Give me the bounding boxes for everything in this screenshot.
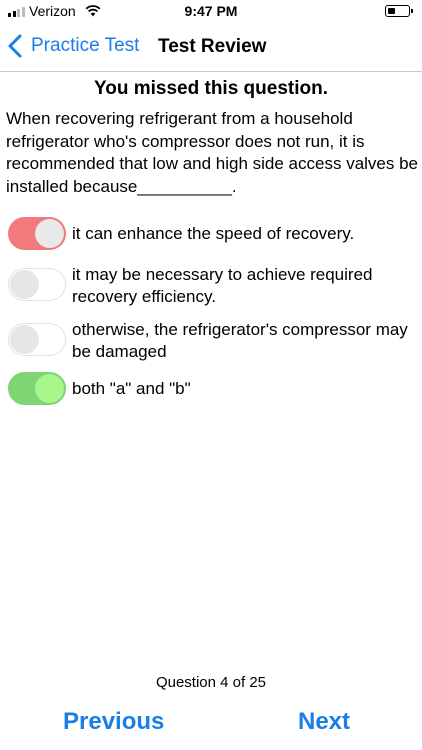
back-button[interactable]: Practice Test <box>8 34 139 58</box>
previous-button[interactable]: Previous <box>63 708 164 736</box>
back-button-label: Practice Test <box>31 35 140 56</box>
result-heading: You missed this question. <box>93 78 328 99</box>
answer-toggle-d[interactable] <box>8 372 66 405</box>
answer-option-b[interactable]: it may be necessary to achieve required … <box>8 264 412 308</box>
answer-label-c: otherwise, the refrigerator's compressor… <box>72 320 408 361</box>
chevron-left-icon <box>8 34 22 58</box>
question-text: When recovering refrigerant from a house… <box>6 109 419 196</box>
page-title: Test Review <box>158 36 267 57</box>
answer-label-b: it may be necessary to achieve required … <box>72 265 373 306</box>
answer-label-d: both "a" and "b" <box>72 379 191 398</box>
status-time: 9:47 PM <box>184 3 238 19</box>
answer-option-c[interactable]: otherwise, the refrigerator's compressor… <box>8 319 412 363</box>
status-bar: Verizon 9:47 PM <box>0 0 422 24</box>
next-button[interactable]: Next <box>298 708 350 736</box>
question-counter: Question 4 of 25 <box>155 674 267 691</box>
answer-option-d[interactable]: both "a" and "b" <box>8 372 412 405</box>
answer-option-a[interactable]: it can enhance the speed of recovery. <box>8 217 412 250</box>
battery-icon <box>385 5 413 17</box>
answer-label-a: it can enhance the speed of recovery. <box>72 224 355 243</box>
answer-toggle-a[interactable] <box>8 217 66 250</box>
answer-toggle-c[interactable] <box>8 323 66 356</box>
answer-toggle-b[interactable] <box>8 268 66 301</box>
navigation-bar: Practice Test Test Review <box>0 24 422 72</box>
